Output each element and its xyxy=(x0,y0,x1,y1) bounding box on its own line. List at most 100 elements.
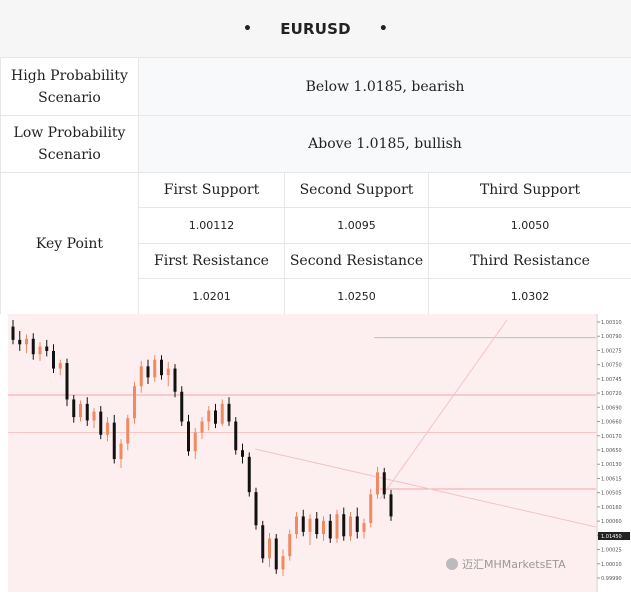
high-probability-label: High Probability Scenario xyxy=(1,58,139,116)
candle-down xyxy=(147,366,150,377)
second-resistance-value: 1.0250 xyxy=(285,279,429,315)
price-axis-label: 1.00310 xyxy=(601,320,622,326)
candle-down xyxy=(72,399,75,417)
candle-down xyxy=(390,494,393,516)
candle-up xyxy=(288,534,291,556)
chart-background xyxy=(8,314,596,592)
candle-down xyxy=(113,423,116,459)
first-support-value: 1.00112 xyxy=(139,208,285,244)
candle-down xyxy=(228,404,231,422)
low-probability-row: Low Probability Scenario Above 1.0185, b… xyxy=(1,116,631,173)
third-resistance-label: Third Resistance xyxy=(429,244,631,279)
price-axis-label: 1.00615 xyxy=(601,476,622,482)
candle-down xyxy=(12,327,15,340)
candle-up xyxy=(25,339,28,345)
candle-up xyxy=(309,519,312,532)
candle-down xyxy=(66,363,69,399)
candle-down xyxy=(160,360,163,375)
watermark-text: 迈汇MHMarketsETA xyxy=(462,558,566,571)
candle-up xyxy=(153,360,156,378)
watermark: 迈汇MHMarketsETA xyxy=(446,558,566,571)
candle-up xyxy=(120,444,123,459)
price-axis-label: 1.00170 xyxy=(601,434,622,440)
candle-up xyxy=(79,404,82,417)
candle-up xyxy=(133,386,136,418)
price-axis-label: 1.00025 xyxy=(601,548,622,554)
first-resistance-value: 1.0201 xyxy=(139,279,285,315)
candle-down xyxy=(255,492,258,525)
third-support-value: 1.0050 xyxy=(429,208,631,244)
current-price-label: 1.01450 xyxy=(601,534,622,540)
candle-down xyxy=(329,521,332,539)
candle-down xyxy=(248,457,251,492)
price-axis-label: 1.00505 xyxy=(601,491,622,497)
price-axis-label: 1.00745 xyxy=(601,377,622,383)
first-resistance-label: First Resistance xyxy=(139,244,285,279)
price-chart: 1.00310 1.00790 1.00275 1.00750 1.00745 1.007… xyxy=(0,314,631,592)
high-probability-value: Below 1.0185, bearish xyxy=(139,58,631,116)
candle-up xyxy=(221,404,224,424)
third-support-label: Third Support xyxy=(429,173,631,208)
low-probability-label: Low Probability Scenario xyxy=(1,116,139,173)
candle-up xyxy=(207,410,210,421)
candle-down xyxy=(342,514,345,536)
candle-up xyxy=(268,538,271,558)
candle-up xyxy=(106,423,109,435)
low-probability-value: Above 1.0185, bullish xyxy=(139,116,631,173)
price-axis-label: 1.00660 xyxy=(601,420,622,426)
candle-down xyxy=(302,516,305,531)
candle-down xyxy=(174,369,177,392)
price-axis-label: 1.00720 xyxy=(601,391,622,397)
title-bullet-right: • xyxy=(379,21,388,37)
candle-up xyxy=(93,412,96,421)
candle-up xyxy=(167,369,170,376)
title-bullet-left: • xyxy=(243,21,252,37)
candle-down xyxy=(214,410,217,423)
candle-down xyxy=(32,339,35,354)
analysis-card: • EURUSD • High Probability Scenario Bel… xyxy=(0,0,631,592)
wechat-icon xyxy=(446,558,458,570)
candle-down xyxy=(45,346,48,350)
candle-up xyxy=(376,472,379,494)
price-axis-label: 0.99990 xyxy=(601,576,622,582)
candle-up xyxy=(59,363,62,369)
candle-down xyxy=(275,538,278,569)
title-bar: • EURUSD • xyxy=(0,0,631,58)
candle-down xyxy=(241,450,244,457)
candle-down xyxy=(187,422,190,452)
price-axis-label: 1.00750 xyxy=(601,363,622,369)
candle-down xyxy=(18,340,21,344)
candle-down xyxy=(315,519,318,534)
price-axis-label: 1.00130 xyxy=(601,462,622,468)
key-point-label: Key Point xyxy=(1,173,139,315)
second-resistance-label: Second Resistance xyxy=(285,244,429,279)
candle-up xyxy=(126,418,129,443)
price-axis-label: 1.00275 xyxy=(601,348,622,354)
candle-down xyxy=(180,392,183,422)
third-resistance-value: 1.0302 xyxy=(429,279,631,315)
symbol-title: • EURUSD • xyxy=(243,20,388,38)
price-axis-label: 1.00160 xyxy=(601,505,622,511)
candle-up xyxy=(194,433,197,452)
price-axis-label: 1.00690 xyxy=(601,405,622,411)
candle-up xyxy=(369,494,372,523)
candle-up xyxy=(295,516,298,534)
scenario-table: High Probability Scenario Below 1.0185, … xyxy=(0,57,631,315)
second-support-label: Second Support xyxy=(285,173,429,208)
candle-up xyxy=(363,523,366,532)
candle-down xyxy=(99,412,102,435)
candle-down xyxy=(261,525,264,558)
symbol-label: EURUSD xyxy=(280,20,351,38)
candle-down xyxy=(52,351,55,369)
candle-up xyxy=(349,516,352,536)
support-header-row: Key Point First Support Second Support T… xyxy=(1,173,631,208)
second-support-value: 1.0095 xyxy=(285,208,429,244)
candle-down xyxy=(356,516,359,531)
candle-down xyxy=(234,422,237,451)
candle-up xyxy=(336,514,339,538)
candle-up xyxy=(39,346,42,354)
price-axis-label: 1.00650 xyxy=(601,448,622,454)
candle-down xyxy=(383,472,386,494)
price-axis-label: 1.00790 xyxy=(601,334,622,340)
high-probability-row: High Probability Scenario Below 1.0185, … xyxy=(1,58,631,116)
